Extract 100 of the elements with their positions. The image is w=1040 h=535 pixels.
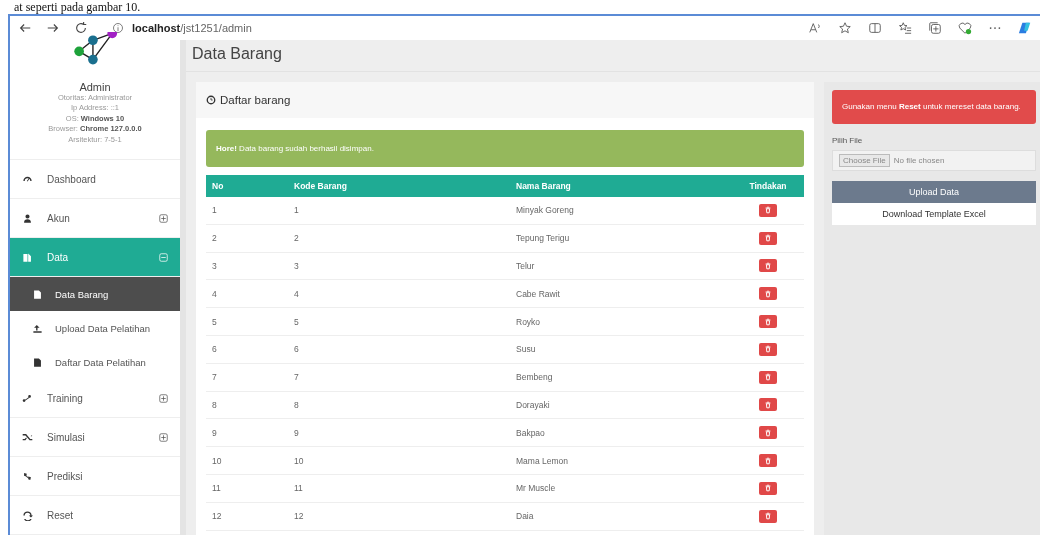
expand-icon[interactable] (159, 213, 168, 223)
column-header: Nama Barang (510, 175, 732, 197)
caption-text: at seperti pada gambar 10. (13, 0, 142, 14)
collapse-icon[interactable] (159, 252, 168, 262)
trash-icon (764, 289, 772, 298)
table-cell: Cabe Rawit (510, 279, 732, 308)
menu-icon (22, 431, 33, 443)
table-cell: 4 (206, 279, 288, 308)
table-cell: 11 (206, 474, 288, 503)
table-cell: Bakpao (510, 418, 732, 447)
trash-icon (764, 234, 772, 243)
delete-button[interactable] (759, 231, 777, 245)
trash-icon (764, 317, 772, 326)
download-button[interactable]: Download Template Excel (832, 203, 1036, 225)
table-cell: 3 (206, 252, 288, 280)
table-cell: 5 (288, 307, 510, 336)
delete-button[interactable] (759, 287, 777, 301)
sidebar-item[interactable]: Reset (10, 496, 180, 535)
sidebar-item[interactable]: Dashboard (10, 160, 180, 199)
card-title: Daftar barang (220, 94, 291, 106)
table-cell: Mr Muscle (510, 474, 732, 503)
copilot-icon[interactable] (1018, 21, 1032, 35)
delete-button[interactable] (759, 481, 777, 495)
table-cell: 7 (206, 363, 288, 392)
star-icon[interactable] (838, 21, 852, 35)
menu-icon (22, 392, 33, 404)
menu-icon (22, 470, 33, 482)
expand-icon[interactable] (159, 393, 168, 403)
field-label: Pilih File (832, 136, 864, 145)
delete-button[interactable] (759, 203, 777, 217)
table-cell: 8 (288, 391, 510, 419)
sidebar-subitem[interactable]: Upload Data Pelatihan (10, 311, 180, 345)
sidebar-item[interactable]: Training (10, 379, 180, 418)
table-cell: Bembeng (510, 363, 732, 392)
heart-icon[interactable] (958, 21, 972, 35)
table-cell: Telur (510, 252, 732, 280)
table-cell: 9 (288, 418, 510, 447)
info-icon[interactable] (112, 22, 124, 34)
table-cell: 4 (288, 279, 510, 308)
page-title: Data Barang (186, 40, 1040, 72)
delete-button[interactable] (759, 370, 777, 384)
clock-icon (206, 95, 216, 105)
trash-icon (764, 400, 772, 409)
notice-alert: Gunakan menu Reset untuk mereset data barang. (832, 90, 1036, 124)
table-cell: 2 (206, 224, 288, 253)
table-cell: 2 (288, 224, 510, 253)
favorites-icon[interactable] (898, 21, 912, 35)
table-cell: Susu (510, 335, 732, 364)
column-header: Tindakan (732, 175, 804, 197)
table-cell: 5 (206, 307, 288, 336)
trash-icon (764, 345, 772, 354)
table-cell: 7 (288, 363, 510, 392)
table-cell: Royko (510, 307, 732, 336)
sidebar-item[interactable]: Prediksi (10, 457, 180, 496)
table-cell: Tepung Terigu (510, 224, 732, 253)
table-cell: Minyak Goreng (510, 197, 732, 225)
table-cell: 12 (288, 502, 510, 531)
collections-icon[interactable] (928, 21, 942, 35)
delete-button[interactable] (759, 509, 777, 523)
table-cell: 1 (206, 197, 288, 225)
expand-icon[interactable] (159, 432, 168, 442)
trash-icon (764, 373, 772, 382)
table-cell: Dorayaki (510, 391, 732, 419)
file-status: No file chosen (893, 156, 945, 165)
menu-icon (22, 509, 33, 521)
sidebar-subitem[interactable]: Daftar Data Pelatihan (10, 345, 180, 379)
table-cell: 11 (288, 474, 510, 503)
delete-button[interactable] (759, 342, 777, 356)
delete-button[interactable] (759, 454, 777, 468)
table-cell: 8 (206, 391, 288, 419)
delete-button[interactable] (759, 426, 777, 440)
trash-icon (764, 428, 772, 437)
reload-icon[interactable] (74, 21, 88, 35)
split-screen-icon[interactable] (868, 21, 882, 35)
menu-icon (22, 212, 33, 224)
delete-button[interactable] (759, 398, 777, 412)
back-icon[interactable] (18, 21, 32, 35)
delete-button[interactable] (759, 259, 777, 273)
table-cell: 6 (206, 335, 288, 364)
trash-icon (764, 456, 772, 465)
table-cell: Mama Lemon (510, 446, 732, 475)
trash-icon (764, 206, 772, 215)
read-aloud-icon[interactable] (808, 21, 822, 35)
column-header: Kode Barang (288, 175, 510, 197)
sidebar-subitem[interactable]: Data Barang (10, 277, 180, 311)
table-cell: 6 (288, 335, 510, 364)
column-header: No (206, 175, 288, 197)
trash-icon (764, 484, 772, 493)
upload-button[interactable]: Upload Data (832, 181, 1036, 203)
table-cell: 10 (288, 446, 510, 475)
menu-icon (22, 251, 33, 263)
sidebar-item[interactable]: Simulasi (10, 418, 180, 457)
forward-icon[interactable] (46, 21, 60, 35)
profile-name: Admin (79, 80, 111, 93)
delete-button[interactable] (759, 315, 777, 329)
table-cell: 10 (206, 446, 288, 475)
table-cell: Daia (510, 502, 732, 531)
trash-icon (764, 512, 772, 521)
table-cell: 12 (206, 502, 288, 531)
trash-icon (764, 262, 772, 270)
